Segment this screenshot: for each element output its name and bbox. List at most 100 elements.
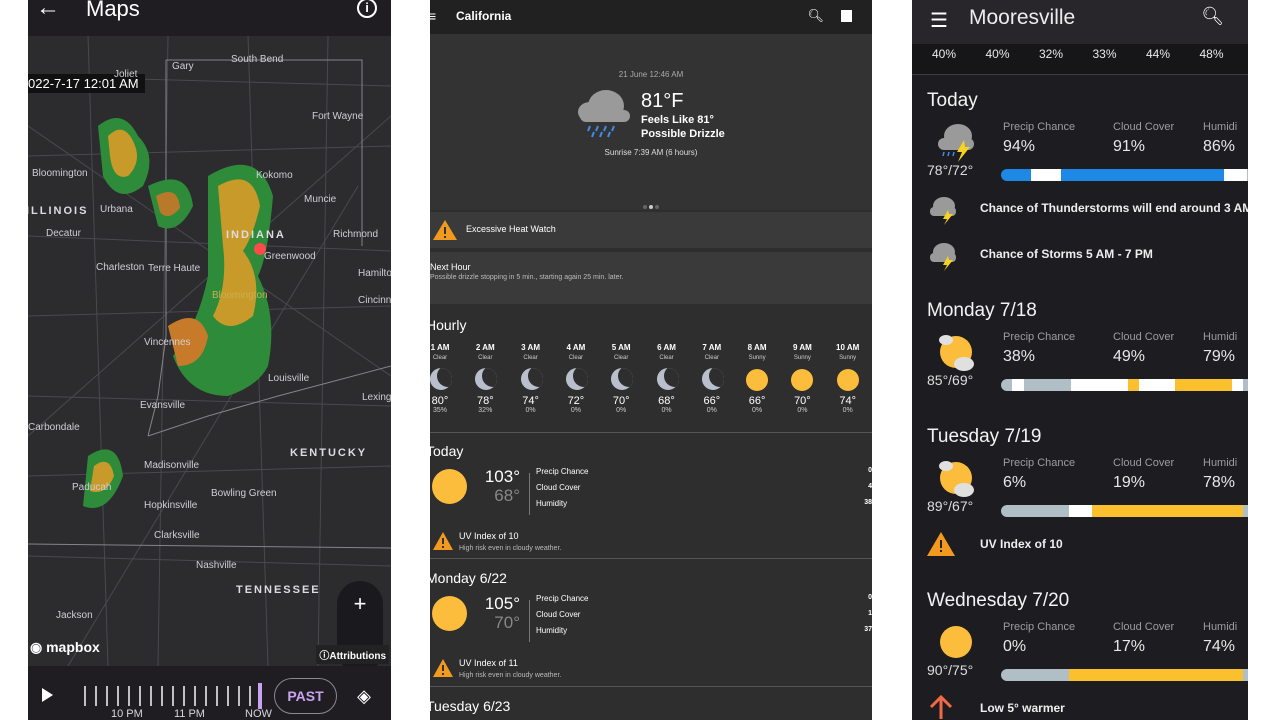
metric-label: Precip Chance (1003, 457, 1076, 469)
timeline-tick[interactable] (150, 686, 152, 706)
sun-icon (791, 369, 814, 391)
bar-segment-rain (1060, 169, 1225, 181)
timeline-tick[interactable] (139, 686, 141, 706)
city-label: Hamilton (358, 268, 391, 279)
menu-icon[interactable]: ≡ (430, 8, 436, 24)
moon-icon (520, 368, 543, 390)
info-icon[interactable]: i (357, 0, 377, 18)
bar-segment-cloud (1001, 669, 1070, 681)
sunny-icon (940, 626, 972, 658)
timeline-tick[interactable] (238, 686, 240, 706)
timeline-tick[interactable] (95, 686, 97, 706)
timeline-scrubber[interactable] (84, 683, 264, 709)
timeline-tick[interactable] (84, 686, 86, 706)
menu-icon[interactable]: ☰ (930, 8, 948, 33)
city-label: Kokomo (256, 170, 293, 181)
warning-icon (433, 532, 453, 550)
metric-label: Cloud Cover (536, 610, 581, 619)
timeline-tick[interactable] (161, 686, 163, 706)
timeline-now-marker[interactable] (258, 683, 262, 709)
metric-value: 0 (868, 467, 872, 474)
hour-precip: 0% (525, 407, 536, 414)
hour-condition: Sunny (793, 355, 811, 361)
map-icon[interactable] (841, 10, 852, 22)
bar-segment-cloud (1247, 169, 1248, 181)
day-name: Tuesday 6/23 (430, 698, 511, 714)
timeline-tick[interactable] (216, 686, 218, 706)
hour-condition: Clear (478, 355, 493, 361)
city-label: Bloomington (32, 168, 88, 179)
high-low-temp: 90°/75° (927, 662, 974, 678)
mapbox-logo[interactable]: ◉ mapbox (30, 639, 100, 656)
hourly-item: 1 AM Clear 80° 35% (430, 343, 462, 414)
hour-time: 10 AM (836, 343, 860, 352)
arrow-left-icon[interactable]: ← (36, 0, 60, 22)
app-bar: ← Maps i (28, 0, 391, 36)
bar-segment-sun (1127, 379, 1139, 391)
hour-precip: 0% (570, 407, 581, 414)
moon-icon (611, 368, 634, 390)
timeline-tick[interactable] (117, 686, 119, 706)
hourly-item: 3 AM Clear 74° 0% (509, 343, 553, 414)
moon-icon (656, 368, 679, 390)
city-label: Carbondale (28, 422, 80, 433)
timeline-tick[interactable] (205, 686, 207, 706)
metric-value: 37 (864, 626, 872, 633)
next-hour-card[interactable]: Next Hour Possible drizzle stopping in 5… (430, 252, 872, 304)
hour-time: 3 AM (521, 343, 540, 352)
drizzle-icon (578, 90, 630, 138)
play-icon[interactable] (42, 688, 53, 702)
warning-icon (433, 220, 457, 240)
uv-title: UV Index of 10 (459, 531, 519, 541)
search-icon[interactable]: 🔍︎ (1201, 6, 1224, 27)
radar-map[interactable]: 022-7-17 12:01 AM Gary South Bend Joliet… (28, 36, 391, 673)
past-button[interactable]: PAST (274, 678, 337, 714)
partly-cloudy-icon (939, 461, 974, 497)
sun-icon (432, 596, 467, 631)
metric-label: Cloud Cover (536, 483, 581, 492)
metric-value: 1 (868, 610, 872, 617)
low-temp: 68° (494, 486, 520, 505)
bar-segment-cloud (1001, 379, 1013, 391)
condition-timeline-bar (1001, 379, 1248, 391)
metric-label: Cloud Cover (1113, 331, 1175, 343)
timeline-tick[interactable] (249, 686, 251, 706)
state-label: ILLINOIS (28, 205, 89, 217)
bar-segment-clear (1231, 379, 1243, 391)
attributions-button[interactable]: ⓘAttributions (316, 645, 389, 664)
weather-alert[interactable]: Excessive Heat Watch (430, 212, 872, 248)
metric-value: 4 (868, 483, 872, 490)
bar-segment-rain (1001, 169, 1031, 181)
search-icon[interactable]: 🔍︎ (807, 8, 824, 24)
timeline-tick[interactable] (128, 686, 130, 706)
timeline-tick[interactable] (227, 686, 229, 706)
location-title: California (456, 9, 512, 23)
city-label: Decatur (46, 228, 82, 239)
hour-condition: Sunny (748, 355, 766, 361)
timeline-tick[interactable] (172, 686, 174, 706)
hour-precip: 0% (752, 407, 763, 414)
hour-time: 7 AM (702, 343, 722, 352)
hourly-item: 4 AM Clear 72° 0% (554, 343, 598, 414)
layers-icon[interactable]: ◈ (357, 686, 371, 707)
city-label: Terre Haute (148, 263, 201, 274)
metric-value: 86% (1203, 138, 1236, 155)
next-hour-desc: Possible drizzle stopping in 5 min., sta… (430, 274, 624, 281)
hour-precip: 0% (616, 407, 627, 414)
city-label: Evansville (140, 400, 186, 411)
metric-value: 17% (1113, 638, 1146, 655)
timeline-tick[interactable] (194, 686, 196, 706)
note-text: Low 5° warmer (980, 701, 1065, 715)
metric-label: Precip Chance (536, 467, 589, 476)
hour-time: 6 AM (657, 343, 676, 352)
timeline-tick[interactable] (106, 686, 108, 706)
metric-label: Humidi (1203, 121, 1238, 133)
timeline-tick[interactable] (183, 686, 185, 706)
uv-desc: High risk even in cloudy weather. (459, 545, 562, 552)
hourly-item: 5 AM Clear 70° 0% (599, 343, 643, 414)
hour-temp: 78° (476, 395, 494, 407)
city-label: Greenwood (264, 251, 316, 262)
metric-value: 19% (1113, 474, 1146, 491)
metric-label: Humidity (536, 626, 568, 635)
zoom-in-button[interactable]: + (337, 581, 383, 627)
